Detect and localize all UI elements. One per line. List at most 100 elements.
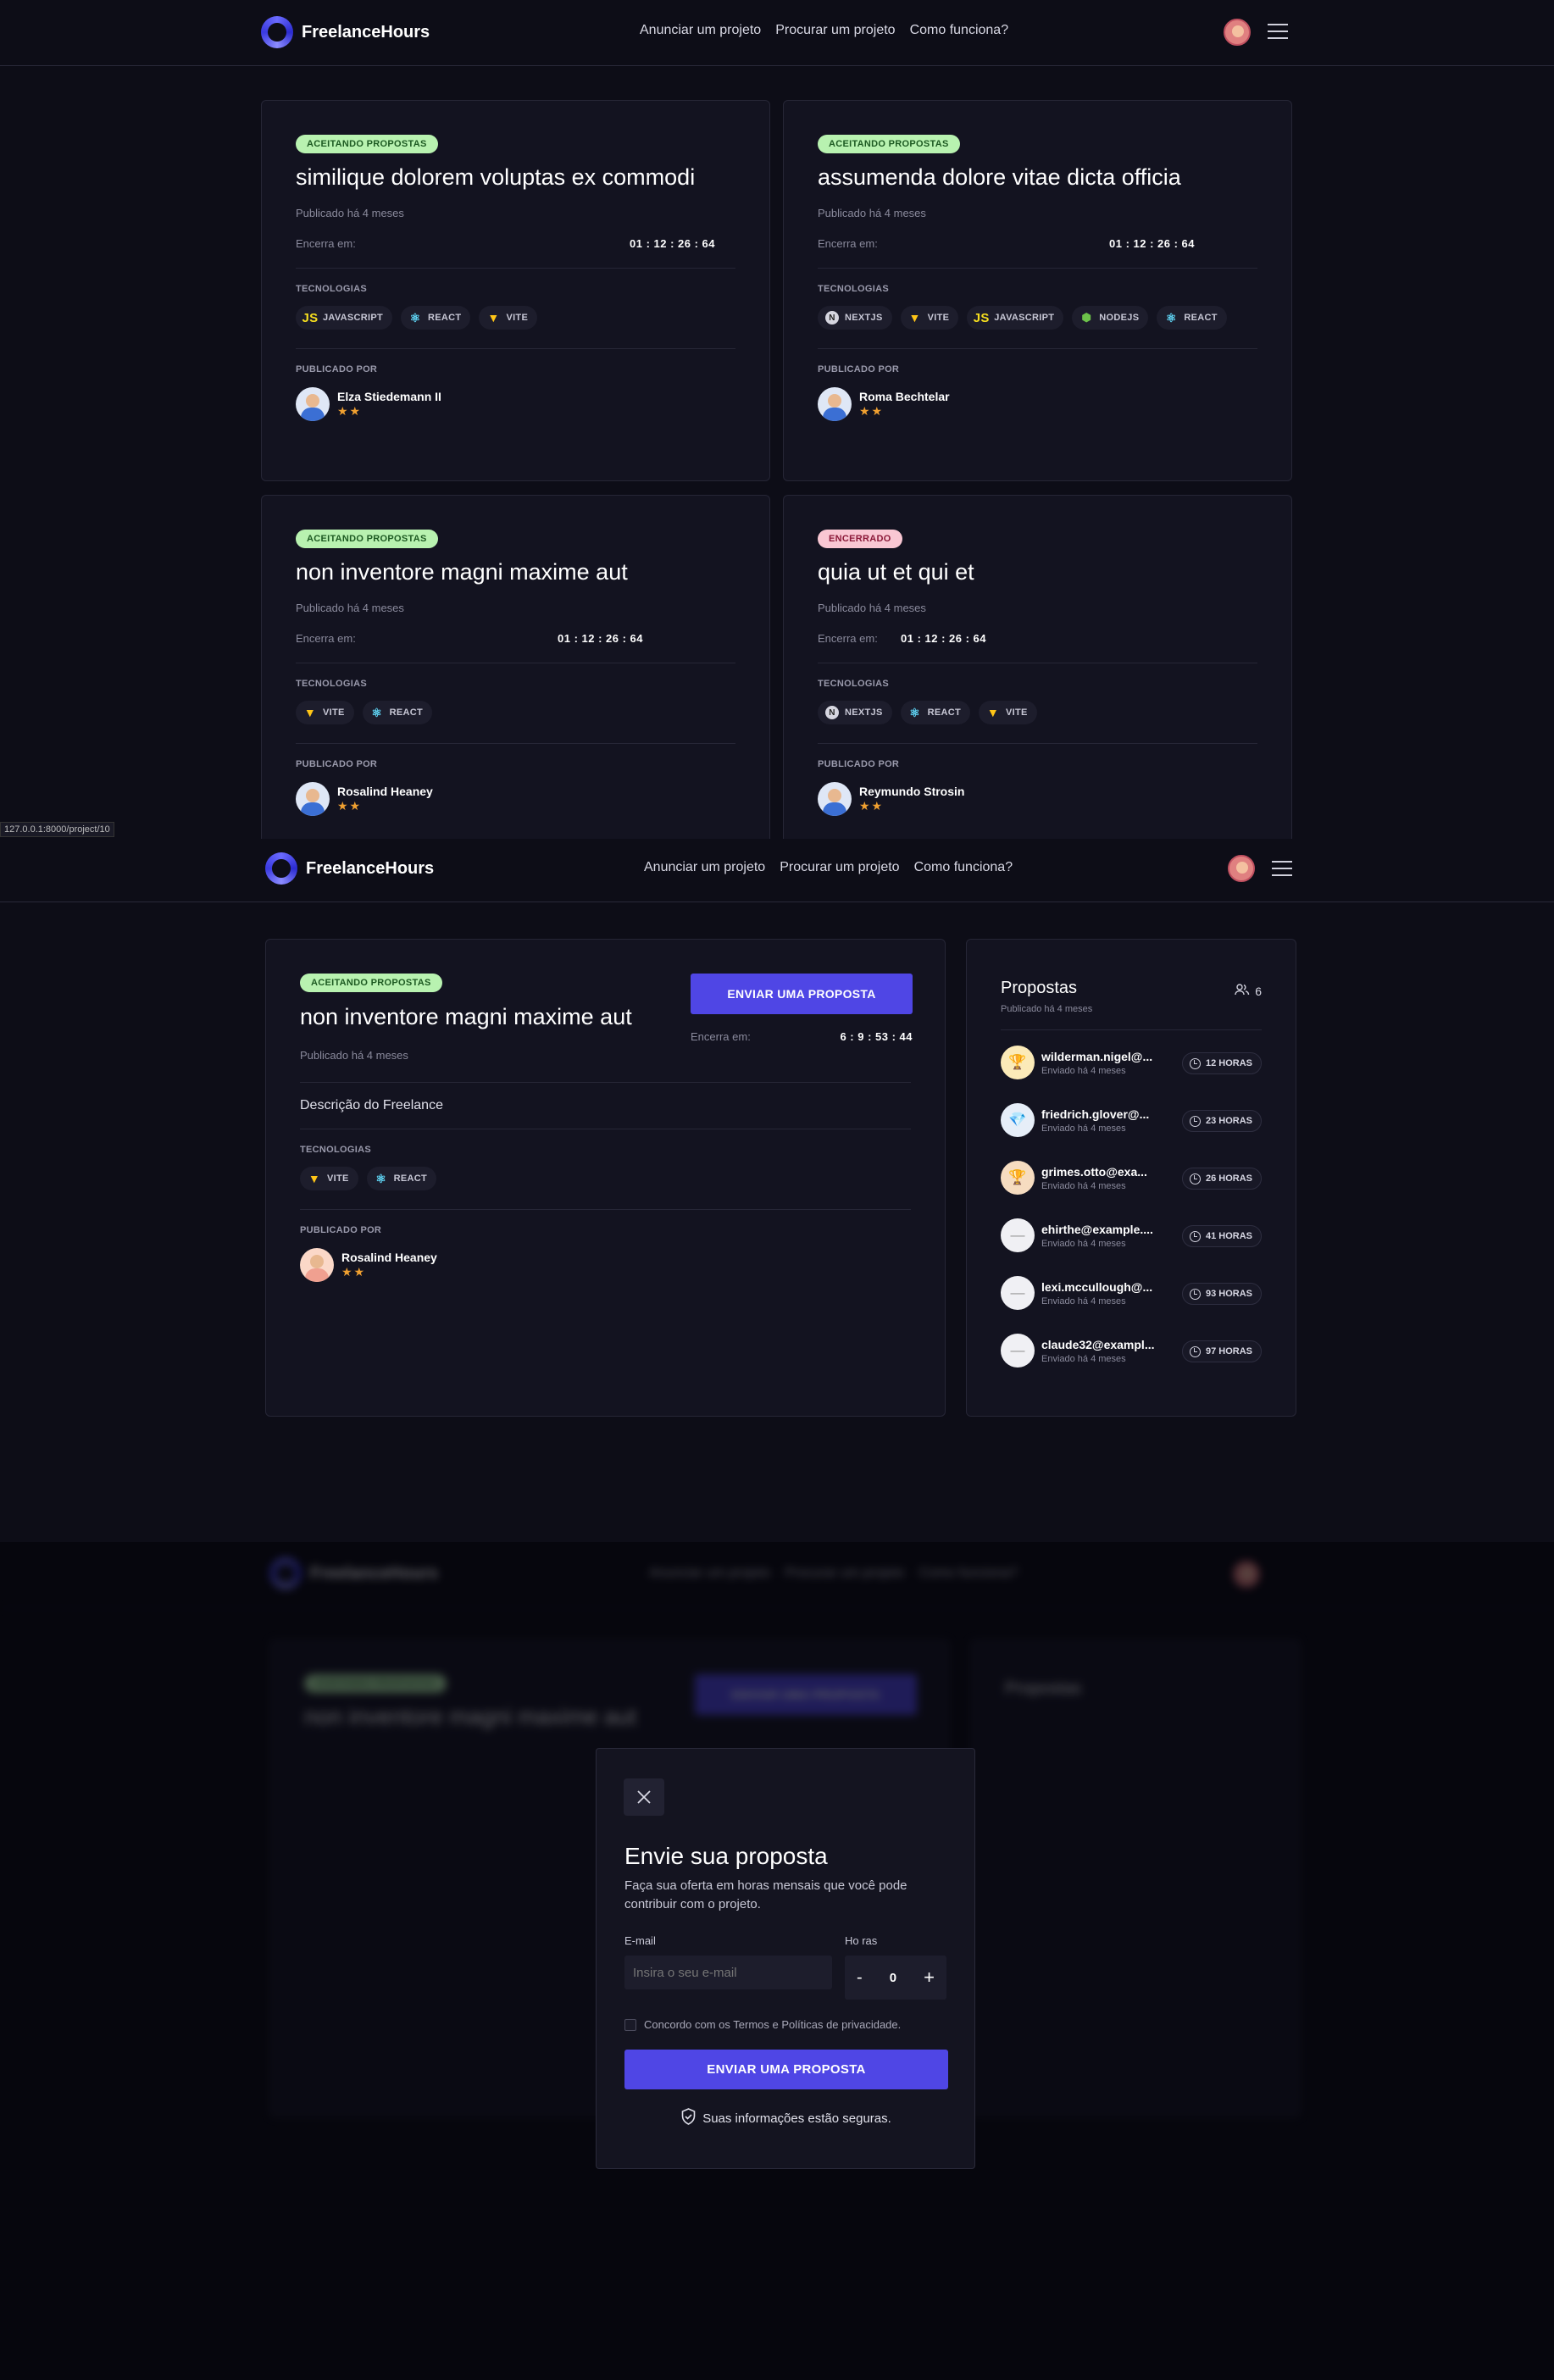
send-proposal-button: ENVIAR UMA PROPOSTA	[695, 1674, 917, 1715]
author-avatar	[818, 782, 852, 816]
tech-list: N NEXTJS ▼ VITE JS JAVASCRIPT ⬢ NODEJS ⚛ REAC…	[818, 306, 1257, 330]
clock-icon	[1189, 1288, 1201, 1300]
proposal-email: ehirthe@example....	[1041, 1222, 1153, 1236]
modal-title: Envie sua proposta	[624, 1843, 828, 1869]
project-card[interactable]: ACEITANDO PROPOSTAS non inventore magni …	[261, 495, 770, 839]
menu-icon[interactable]	[1272, 861, 1292, 876]
project-title[interactable]: non inventore magni maxime aut	[296, 559, 735, 585]
author-label: PUBLICADO POR	[300, 1225, 382, 1235]
proposal-email: grimes.otto@exa...	[1041, 1164, 1147, 1179]
brand-logo[interactable]: FreelanceHours	[261, 16, 430, 48]
react-icon: ⚛	[375, 1171, 387, 1185]
increment-button[interactable]: +	[924, 1967, 935, 1989]
nav-link-announce[interactable]: Anunciar um projeto	[640, 23, 761, 38]
proposal-item[interactable]: 💎 friedrich.glover@... Enviado há 4 meses…	[1001, 1103, 1262, 1137]
divider	[818, 743, 1257, 744]
proposal-cta-box: ENVIAR UMA PROPOSTA Encerra em: 6 : 9 : …	[691, 974, 913, 1047]
nav-link-search[interactable]: Procurar um projeto	[780, 860, 899, 875]
nav-link-how[interactable]: Como funciona?	[914, 860, 1013, 875]
close-button[interactable]	[624, 1778, 664, 1816]
proposal-item[interactable]: 🏆 wilderman.nigel@... Enviado há 4 meses …	[1001, 1046, 1262, 1079]
secure-text: Suas informações estão seguras.	[702, 2111, 891, 2126]
proposal-item[interactable]: 🏆 grimes.otto@exa... Enviado há 4 meses 2…	[1001, 1161, 1262, 1195]
react-icon: ⚛	[371, 705, 383, 719]
published-time: Publicado há 4 meses	[296, 602, 404, 614]
status-badge: ACEITANDO PROPOSTAS	[304, 1674, 447, 1693]
nav-link-how[interactable]: Como funciona?	[910, 23, 1009, 38]
project-detail-card: ACEITANDO PROPOSTAS non inventore magni …	[265, 939, 946, 1417]
project-description: Descrição do Freelance	[300, 1098, 443, 1112]
link-status-bar: 127.0.0.1:8000/project/10	[0, 822, 114, 837]
published-time: Publicado há 4 meses	[818, 207, 926, 219]
project-card[interactable]: ENCERRADO quia ut et qui et Publicado há…	[783, 495, 1292, 839]
project-title[interactable]: assumenda dolore vitae dicta officia	[818, 164, 1257, 191]
top-navbar: FreelanceHours Anunciar um projeto Procu…	[0, 0, 1554, 66]
status-badge: ACEITANDO PROPOSTAS	[818, 135, 960, 153]
proposal-item[interactable]: — claude32@exampl... Enviado há 4 meses 9…	[1001, 1334, 1262, 1368]
proposal-item[interactable]: — lexi.mccullough@... Enviado há 4 meses …	[1001, 1276, 1262, 1310]
proposal-item[interactable]: — ehirthe@example.... Enviado há 4 meses …	[1001, 1218, 1262, 1252]
proposal-sent: Enviado há 4 meses	[1041, 1238, 1126, 1249]
divider	[300, 1209, 911, 1210]
deadline-timer: 01 : 12 : 26 : 64	[630, 237, 715, 250]
send-proposal-button[interactable]: ENVIAR UMA PROPOSTA	[691, 974, 913, 1014]
proposal-sent: Enviado há 4 meses	[1041, 1295, 1126, 1307]
tech-list: JS JAVASCRIPT ⚛ REACT ▼ VITE	[296, 306, 735, 330]
terms-checkbox[interactable]	[624, 2018, 636, 2031]
author-label: PUBLICADO POR	[818, 759, 900, 769]
dash-icon: —	[1001, 1276, 1035, 1310]
decrement-button[interactable]: -	[857, 1968, 863, 1988]
tech-label: TECNOLOGIAS	[296, 284, 367, 294]
email-label: E-mail	[624, 1934, 656, 1947]
status-badge: ACEITANDO PROPOSTAS	[296, 135, 438, 153]
deadline-row: Encerra em: 01 : 12 : 26 : 64	[296, 237, 735, 254]
tech-tag-vite: ▼ VITE	[296, 701, 354, 724]
author: Rosalind Heaney ★★	[296, 782, 735, 816]
user-avatar[interactable]	[1228, 855, 1255, 882]
logo-icon	[261, 16, 293, 48]
trophy-bronze-icon: 🏆	[1001, 1161, 1035, 1195]
hours-value[interactable]: 0	[890, 1971, 896, 1985]
proposal-sent: Enviado há 4 meses	[1041, 1065, 1126, 1076]
project-title[interactable]: similique dolorem voluptas ex commodi	[296, 164, 735, 191]
project-card[interactable]: ACEITANDO PROPOSTAS assumenda dolore vit…	[783, 100, 1292, 481]
author-name: Rosalind Heaney	[341, 1251, 437, 1264]
author: Rosalind Heaney ★★	[300, 1248, 911, 1282]
brand-logo[interactable]: FreelanceHours	[265, 852, 434, 885]
tech-tag-react: ⚛ REACT	[366, 1167, 437, 1190]
logo-icon	[269, 1557, 302, 1589]
menu-icon[interactable]	[1268, 24, 1288, 39]
rating-stars: ★★	[337, 799, 363, 813]
dash-icon: —	[1001, 1334, 1035, 1368]
author-name: Roma Bechtelar	[859, 390, 950, 403]
tech-tag-vite: ▼ VITE	[300, 1167, 358, 1190]
vite-icon: ▼	[303, 706, 317, 719]
deadline-row: Encerra em: 01 : 12 : 26 : 64	[818, 237, 1257, 254]
proposal-sent: Enviado há 4 meses	[1041, 1353, 1126, 1364]
proposal-sent: Enviado há 4 meses	[1041, 1180, 1126, 1191]
javascript-icon: JS	[302, 310, 319, 325]
hours-badge: 97 HORAS	[1181, 1340, 1262, 1362]
project-card[interactable]: ACEITANDO PROPOSTAS similique dolorem vo…	[261, 100, 770, 481]
deadline-row: Encerra em: 01 : 12 : 26 : 64	[296, 632, 735, 649]
nav-link-search[interactable]: Procurar um projeto	[775, 23, 895, 38]
email-input[interactable]	[624, 1956, 832, 1989]
dash-icon: —	[1001, 1218, 1035, 1252]
submit-proposal-button[interactable]: ENVIAR UMA PROPOSTA	[624, 2050, 948, 2089]
project-detail-screen: FreelanceHours Anunciar um projeto Procu…	[0, 839, 1554, 1542]
author-label: PUBLICADO POR	[296, 364, 378, 374]
deadline-row: Encerra em: 01 : 12 : 26 : 64	[818, 632, 1257, 649]
trophy-gold-icon: 🏆	[1001, 1046, 1035, 1079]
status-badge: ACEITANDO PROPOSTAS	[296, 530, 438, 548]
project-title[interactable]: quia ut et qui et	[818, 559, 1257, 585]
user-avatar	[1233, 1561, 1260, 1588]
nav-link-announce: Anunciar um projeto	[649, 1566, 771, 1580]
proposal-email: lexi.mccullough@...	[1041, 1279, 1153, 1294]
clock-icon	[1189, 1115, 1201, 1127]
tech-list: N NEXTJS ⚛ REACT ▼ VITE	[818, 701, 1257, 724]
author-avatar	[296, 782, 330, 816]
author-name: Reymundo Strosin	[859, 785, 965, 798]
nav-link-announce[interactable]: Anunciar um projeto	[644, 860, 765, 875]
user-avatar[interactable]	[1224, 19, 1251, 46]
divider	[1001, 1029, 1262, 1030]
